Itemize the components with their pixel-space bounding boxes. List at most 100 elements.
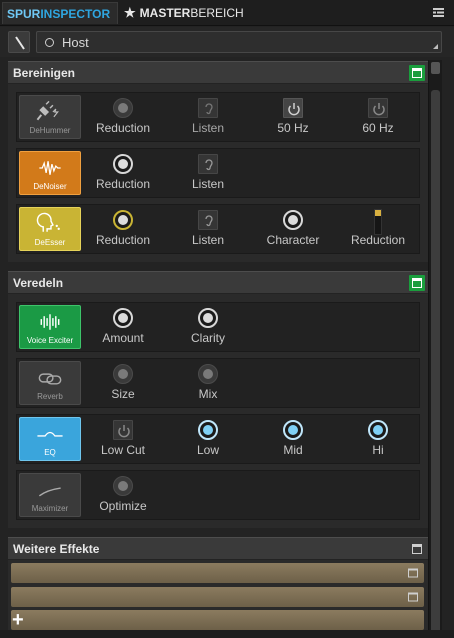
window-icon: [412, 278, 422, 288]
knob-icon[interactable]: [283, 210, 303, 230]
eq-hi[interactable]: Hi: [335, 415, 421, 463]
control-label: Character: [266, 233, 320, 247]
knob-icon[interactable]: [198, 364, 218, 384]
control-label: Clarity: [190, 331, 225, 345]
section-header-bereinigen[interactable]: Bereinigen: [8, 61, 428, 83]
control-label: Optimize: [99, 499, 147, 513]
eq-module-button[interactable]: EQ: [19, 417, 81, 461]
denoiser-reduction[interactable]: Reduction: [80, 149, 166, 197]
host-selector[interactable]: Host: [36, 31, 442, 53]
voice-amount[interactable]: Amount: [80, 303, 166, 351]
tab-label-part: BEREICH: [190, 6, 244, 20]
eq-curve-icon: [37, 431, 63, 437]
eq-low[interactable]: Low: [165, 415, 251, 463]
tab-bar: SPUR INSPECTOR ★ MASTER BEREICH: [0, 0, 454, 26]
tab-label-part: INSPECTOR: [40, 6, 111, 21]
scrollbar-arrow[interactable]: [431, 62, 440, 74]
tab-label-part: SPUR: [7, 6, 41, 21]
add-icon[interactable]: +: [12, 610, 24, 630]
section-title: Bereinigen: [13, 66, 76, 80]
control-label: Reduction: [95, 177, 151, 191]
module-row-reverb: Reverb Size Mix: [16, 358, 420, 408]
knob-icon[interactable]: [113, 210, 133, 230]
tab-masterbereich[interactable]: ★ MASTER BEREICH: [120, 2, 244, 24]
plug-icon: [36, 100, 59, 121]
host-label: Host: [62, 34, 89, 50]
section-bypass-button[interactable]: [409, 65, 425, 81]
module-row-denoiser: DeNoiser Reduction Listen: [16, 148, 420, 198]
knob-icon[interactable]: [113, 476, 133, 496]
window-icon[interactable]: [407, 567, 419, 579]
window-icon: [412, 68, 422, 78]
module-label: Maximizer: [31, 504, 69, 513]
module-row-eq: EQ Low Cut Low Mid Hi: [16, 414, 420, 464]
knob-icon[interactable]: [113, 308, 133, 328]
dropdown-corner-icon: [433, 44, 438, 49]
module-label: DeHummer: [29, 126, 71, 135]
knob-icon[interactable]: [113, 364, 133, 384]
dehummer-50hz[interactable]: 50 Hz: [250, 93, 336, 141]
control-label: Low Cut: [100, 443, 146, 457]
dehummer-listen[interactable]: Listen: [165, 93, 251, 141]
control-label: Mix: [198, 387, 218, 401]
denoiser-module-button[interactable]: DeNoiser: [19, 151, 81, 195]
window-icon: [412, 544, 422, 554]
reverb-size[interactable]: Size: [80, 359, 166, 407]
waveform-icon: [39, 160, 61, 175]
dehummer-module-button[interactable]: DeHummer: [19, 95, 81, 139]
knob-icon[interactable]: [368, 420, 388, 440]
ear-icon[interactable]: [198, 98, 218, 118]
deesser-module-button[interactable]: DeEsser: [19, 207, 81, 251]
panel-bottom: [0, 630, 454, 638]
eq-lowcut[interactable]: Low Cut: [80, 415, 166, 463]
section-bypass-button[interactable]: [409, 541, 425, 557]
module-label: Voice Exciter: [26, 336, 74, 345]
ear-icon[interactable]: [198, 210, 218, 230]
knob-icon[interactable]: [283, 420, 303, 440]
head-icon: [36, 212, 60, 232]
knob-icon[interactable]: [113, 154, 133, 174]
module-label: Reverb: [37, 392, 63, 401]
control-label: Amount: [102, 331, 144, 345]
deesser-character[interactable]: Character: [250, 205, 336, 253]
section-bypass-button[interactable]: [409, 275, 425, 291]
control-label: Mid: [283, 443, 303, 457]
maximizer-optimize[interactable]: Optimize: [80, 471, 166, 519]
control-label: 50 Hz: [277, 121, 309, 135]
knob-icon[interactable]: [198, 420, 218, 440]
knob-icon[interactable]: [198, 308, 218, 328]
window-icon[interactable]: [407, 591, 419, 603]
power-icon[interactable]: [368, 98, 388, 118]
deesser-reduction[interactable]: Reduction: [80, 205, 166, 253]
panel-menu-icon[interactable]: [433, 8, 444, 17]
effect-slot[interactable]: [11, 563, 424, 583]
denoiser-listen[interactable]: Listen: [165, 149, 251, 197]
reverb-mix[interactable]: Mix: [165, 359, 251, 407]
section-header-veredeln[interactable]: Veredeln: [8, 271, 428, 293]
voice-clarity[interactable]: Clarity: [165, 303, 251, 351]
eq-mid[interactable]: Mid: [250, 415, 336, 463]
section-header-weitere-effekte[interactable]: Weitere Effekte: [8, 537, 428, 559]
edit-tool-button[interactable]: [8, 31, 30, 53]
module-label: EQ: [44, 448, 56, 457]
deesser-listen[interactable]: Listen: [165, 205, 251, 253]
control-label: Size: [111, 387, 135, 401]
bars-icon: [40, 314, 60, 330]
control-label: Reduction: [95, 121, 151, 135]
ear-icon[interactable]: [198, 154, 218, 174]
deesser-reduction-meter: Reduction: [335, 205, 421, 253]
effect-slot[interactable]: [11, 587, 424, 607]
add-effect-slot[interactable]: [11, 610, 424, 630]
maximizer-module-button[interactable]: Maximizer: [19, 473, 81, 517]
dehummer-60hz[interactable]: 60 Hz: [335, 93, 421, 141]
knob-icon[interactable]: [113, 98, 133, 118]
tab-spurinspector[interactable]: SPUR INSPECTOR: [2, 2, 118, 24]
power-icon[interactable]: [283, 98, 303, 118]
voice-exciter-module-button[interactable]: Voice Exciter: [19, 305, 81, 349]
power-icon[interactable]: [113, 420, 133, 440]
circle-icon: [45, 37, 54, 47]
dehummer-reduction[interactable]: Reduction: [80, 93, 166, 141]
reverb-module-button[interactable]: Reverb: [19, 361, 81, 405]
module-row-voice-exciter: Voice Exciter Amount Clarity: [16, 302, 420, 352]
scrollbar-thumb[interactable]: [431, 90, 440, 636]
